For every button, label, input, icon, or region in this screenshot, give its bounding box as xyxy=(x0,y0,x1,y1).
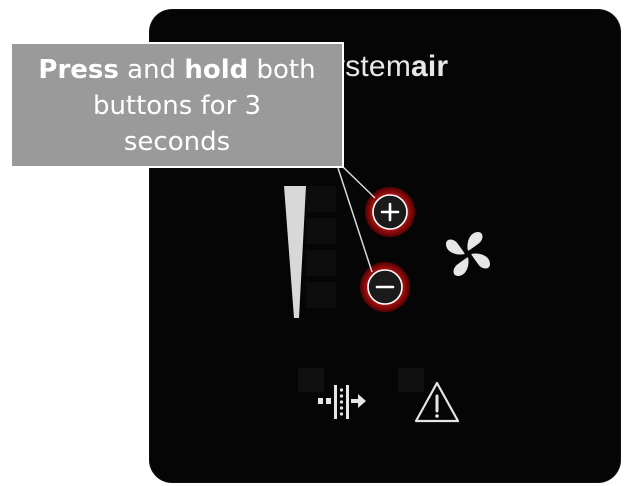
callout-line-3: seconds xyxy=(123,127,231,157)
minus-icon xyxy=(360,262,410,312)
instruction-callout: Press and hold both buttons for 3 second… xyxy=(10,42,344,168)
callout-hold: hold xyxy=(184,55,249,85)
callout-and: and xyxy=(118,55,185,85)
filter-icon xyxy=(318,385,366,419)
plus-icon xyxy=(365,187,415,237)
stage: ystemair Press and hold both buttons for… xyxy=(0,0,626,486)
brand-logo: ystemair xyxy=(330,52,448,82)
level-segment xyxy=(306,218,336,244)
level-segment xyxy=(306,250,336,276)
callout-line-2: buttons for 3 xyxy=(92,91,262,121)
fan-icon xyxy=(446,232,490,276)
fan-level-indicator-icon xyxy=(284,186,306,318)
callout-press: Press xyxy=(38,55,119,85)
level-segment xyxy=(306,186,336,212)
brand-suffix: air xyxy=(411,50,449,83)
minus-button[interactable] xyxy=(358,260,410,312)
warning-icon xyxy=(414,381,460,423)
callout-both: both xyxy=(248,55,316,85)
level-segment xyxy=(306,282,336,308)
plus-button[interactable] xyxy=(363,185,415,237)
callout-line-1: Press and hold both xyxy=(12,52,342,88)
